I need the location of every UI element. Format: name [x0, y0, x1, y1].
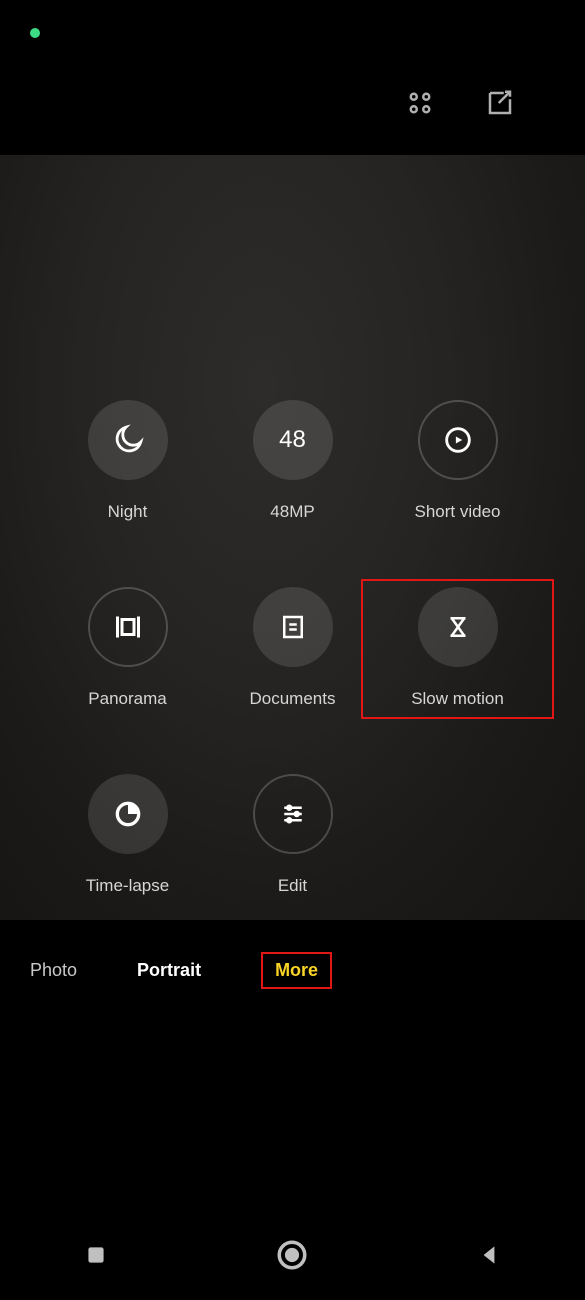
mode-label: Slow motion — [411, 689, 504, 709]
mode-time-lapse[interactable]: Time-lapse — [45, 774, 210, 896]
tab-portrait[interactable]: Portrait — [137, 960, 201, 981]
clock-icon — [88, 774, 168, 854]
moon-icon — [88, 400, 168, 480]
hourglass-icon — [418, 587, 498, 667]
mode-48mp[interactable]: 48 48MP — [210, 400, 375, 522]
mode-label: Short video — [415, 502, 501, 522]
mode-label: Panorama — [88, 689, 166, 709]
top-action-bar — [0, 50, 585, 155]
mode-label: Documents — [250, 689, 336, 709]
home-button[interactable] — [275, 1238, 309, 1272]
tab-photo[interactable]: Photo — [30, 960, 77, 981]
mode-grid-toggle-icon[interactable] — [405, 88, 435, 118]
compose-icon[interactable] — [485, 88, 515, 118]
mode-edit[interactable]: Edit — [210, 774, 375, 896]
mode-documents[interactable]: Documents — [210, 587, 375, 709]
mode-night[interactable]: Night — [45, 400, 210, 522]
mode-panorama[interactable]: Panorama — [45, 587, 210, 709]
mode-short-video[interactable]: Short video — [375, 400, 540, 522]
play-circle-icon — [418, 400, 498, 480]
mode-grid: Night 48 48MP Short video — [0, 400, 585, 896]
mode-slow-motion[interactable]: Slow motion — [361, 579, 554, 719]
mode-label: 48MP — [270, 502, 314, 522]
text-48-icon: 48 — [253, 400, 333, 480]
mode-label: Time-lapse — [86, 876, 169, 896]
sliders-icon — [253, 774, 333, 854]
mode-label: Edit — [278, 876, 307, 896]
viewfinder-modes-panel: Night 48 48MP Short video — [0, 155, 585, 920]
tab-more[interactable]: More — [261, 952, 332, 989]
system-nav-bar — [0, 1220, 585, 1300]
document-icon — [253, 587, 333, 667]
camera-active-indicator-icon — [30, 28, 40, 38]
mode-label: Night — [108, 502, 148, 522]
mode-tabs: Photo Portrait More — [0, 920, 585, 1020]
back-button[interactable] — [476, 1242, 502, 1268]
recent-apps-button[interactable] — [83, 1242, 109, 1268]
status-bar — [0, 0, 585, 50]
panorama-icon — [88, 587, 168, 667]
